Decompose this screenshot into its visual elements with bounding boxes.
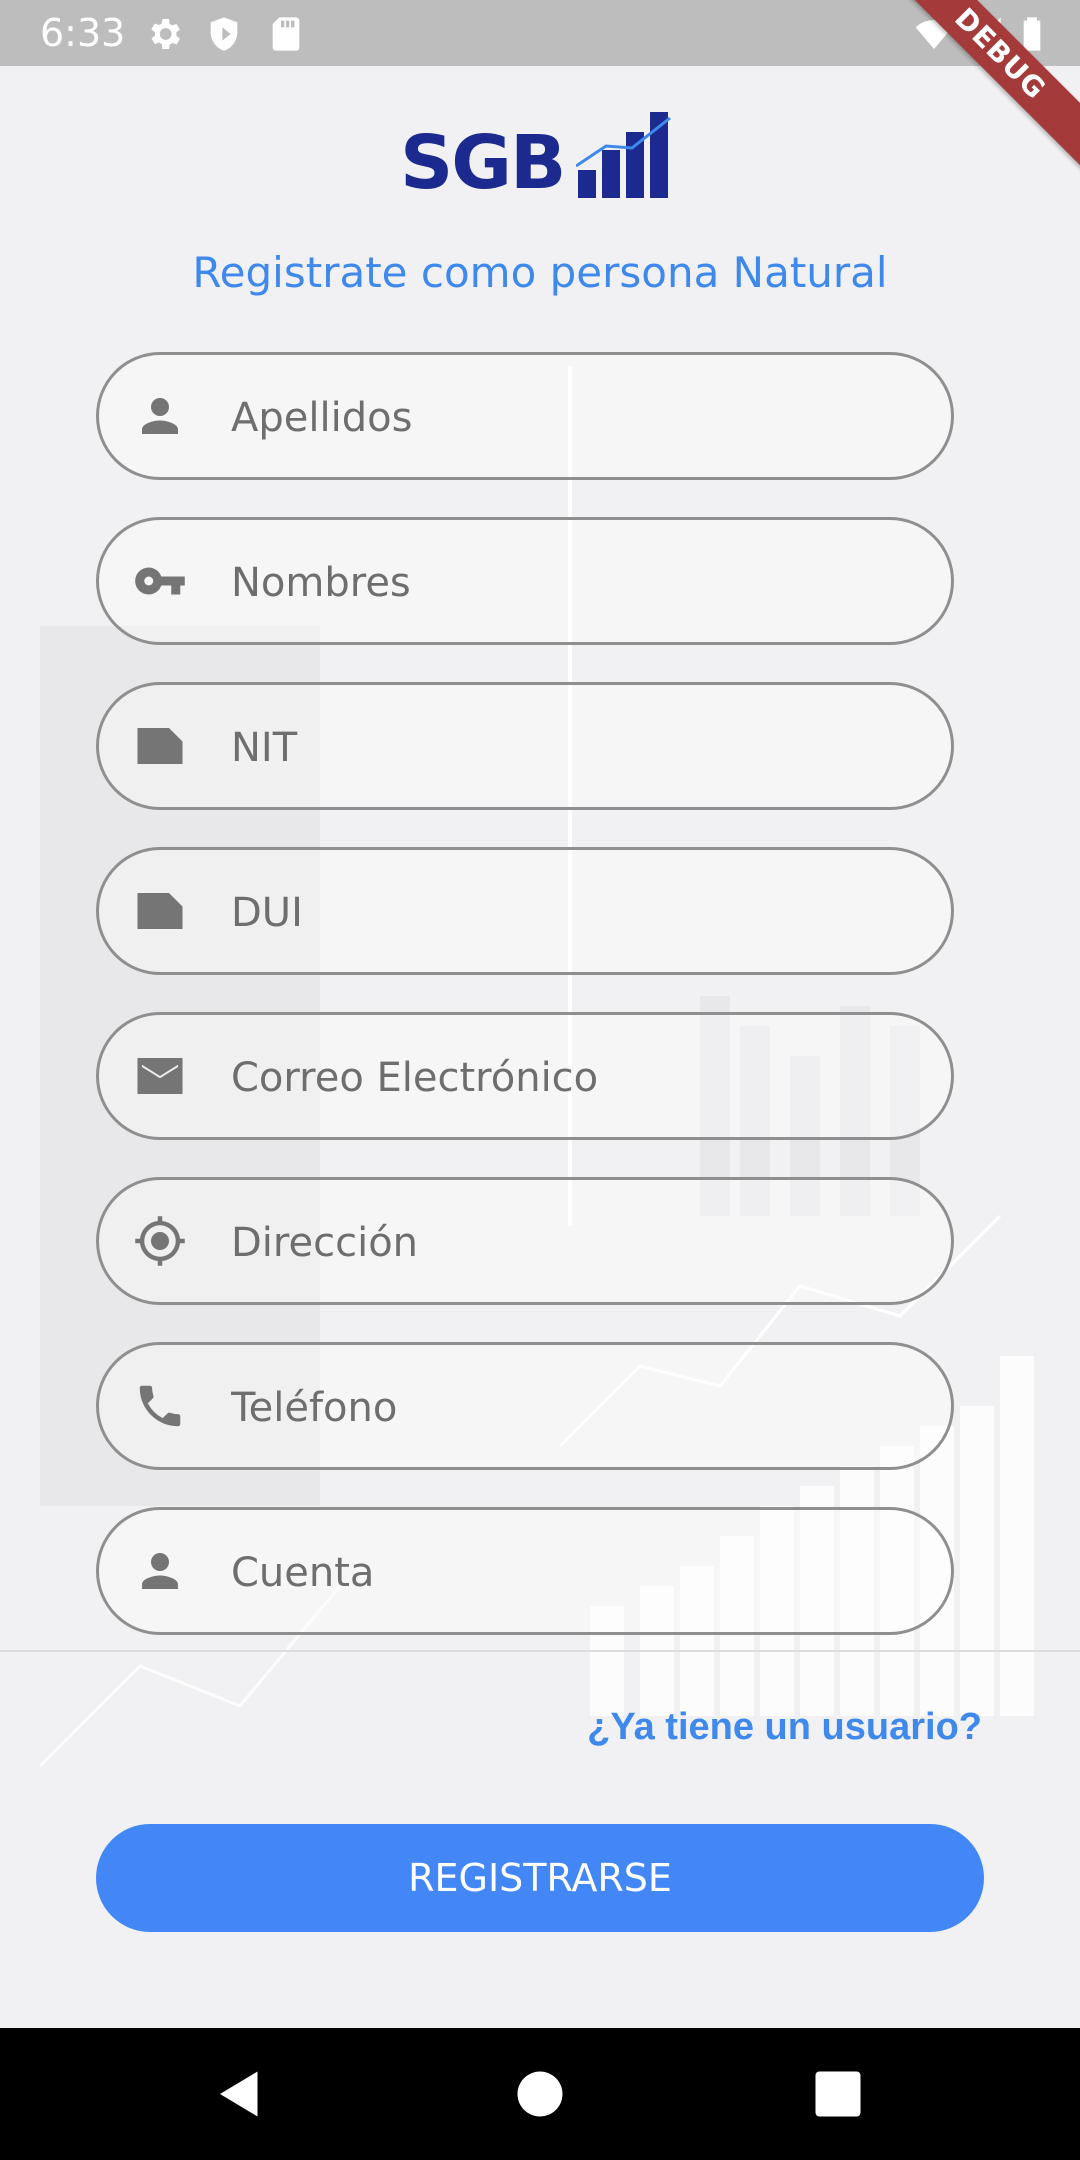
navigation-bar (0, 2028, 1080, 2160)
status-bar: 6:33 (0, 0, 1080, 66)
nombres-input[interactable] (229, 550, 913, 616)
login-link[interactable]: ¿Ya tiene un usuario? (587, 1706, 982, 1749)
card-icon (137, 728, 183, 764)
nit-input[interactable] (229, 715, 913, 781)
key-icon (135, 567, 185, 595)
bar-chart-logo-icon (576, 112, 671, 198)
sd-card-icon (272, 17, 300, 51)
nit-field[interactable] (96, 682, 954, 810)
nombres-field[interactable] (96, 517, 954, 645)
direccion-field[interactable] (96, 1177, 954, 1305)
card-icon (137, 893, 183, 929)
recents-icon[interactable] (808, 2064, 868, 2124)
person-icon (142, 398, 178, 434)
cuenta-field[interactable] (96, 1507, 954, 1635)
location-icon (135, 1216, 185, 1266)
divider (0, 1650, 1080, 1652)
settings-icon (151, 19, 180, 49)
shield-icon (210, 17, 238, 51)
apellidos-input[interactable] (229, 385, 913, 451)
dui-input[interactable] (229, 880, 913, 946)
apellidos-field[interactable] (96, 352, 954, 480)
back-icon[interactable] (210, 2064, 270, 2124)
telefono-field[interactable] (96, 1342, 954, 1470)
dui-field[interactable] (96, 847, 954, 975)
cuenta-input[interactable] (229, 1540, 913, 1606)
person-icon (142, 1553, 178, 1589)
correo-field[interactable] (96, 1012, 954, 1140)
direccion-input[interactable] (229, 1210, 913, 1276)
telefono-input[interactable] (229, 1375, 913, 1441)
register-button[interactable]: REGISTRARSE (96, 1824, 984, 1932)
correo-input[interactable] (229, 1045, 913, 1111)
home-icon[interactable] (510, 2064, 570, 2124)
sgb-logo: SGB (400, 100, 690, 210)
status-time: 6:33 (40, 11, 126, 55)
page-title: Registrate como persona Natural (192, 248, 888, 297)
logo-text: SGB (400, 120, 566, 206)
mail-icon (137, 1058, 183, 1094)
phone-icon (139, 1385, 181, 1427)
